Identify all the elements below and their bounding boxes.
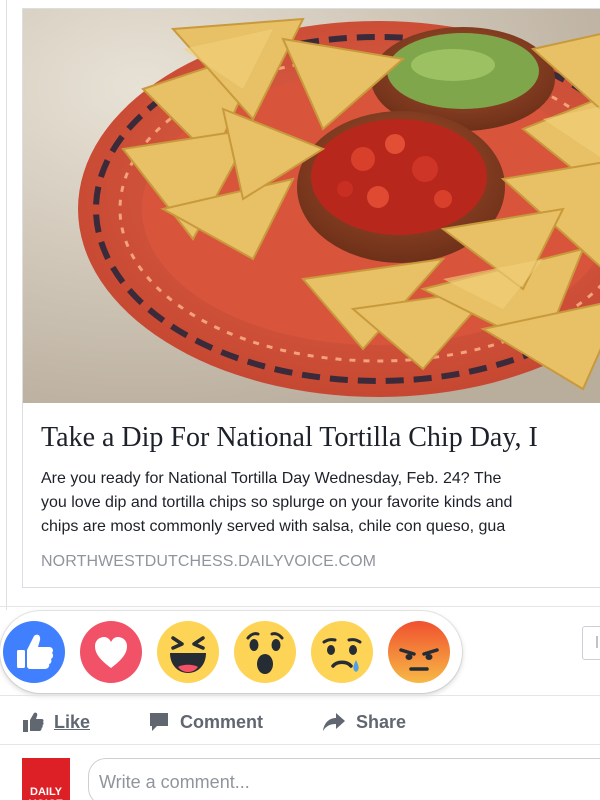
wow-reaction-icon[interactable] [233,620,297,684]
share-button[interactable]: Share [322,702,406,742]
partial-control[interactable] [582,626,600,660]
divider [0,695,600,696]
link-description-line: Are you ready for National Tortilla Day … [41,470,502,487]
action-bar: Like Comment Share [0,702,600,742]
angry-reaction-icon[interactable] [387,620,451,684]
comment-composer: DAILY VOICE [0,752,600,800]
sad-reaction-icon[interactable] [310,620,374,684]
comment-button[interactable]: Comment [148,702,263,742]
like-label: Like [54,711,91,732]
share-icon [322,711,346,733]
share-label: Share [356,711,407,732]
like-button[interactable]: Like [22,702,90,742]
divider [0,606,600,607]
comment-label: Comment [180,711,264,732]
link-description-line: chips are most commonly served with sals… [41,518,506,535]
link-description-line: you love dip and tortilla chips so splur… [41,494,513,511]
reactions-flyout [0,611,462,693]
divider [0,744,600,745]
preview-image[interactable] [23,9,600,403]
comment-input[interactable] [88,758,600,800]
thumbs-up-icon [22,711,44,733]
link-description: Are you ready for National Tortilla Day … [41,467,600,539]
like-reaction-icon[interactable] [2,620,66,684]
avatar[interactable]: DAILY VOICE [22,758,70,800]
link-title[interactable]: Take a Dip For National Tortilla Chip Da… [41,421,600,455]
link-domain: NORTHWESTDUTCHESS.DAILYVOICE.COM [41,553,377,570]
haha-reaction-icon[interactable] [156,620,220,684]
link-preview-card[interactable]: Take a Dip For National Tortilla Chip Da… [22,8,600,588]
love-reaction-icon[interactable] [79,620,143,684]
post-card: Take a Dip For National Tortilla Chip Da… [0,0,600,800]
comment-icon [148,711,170,733]
post-border [6,0,7,610]
